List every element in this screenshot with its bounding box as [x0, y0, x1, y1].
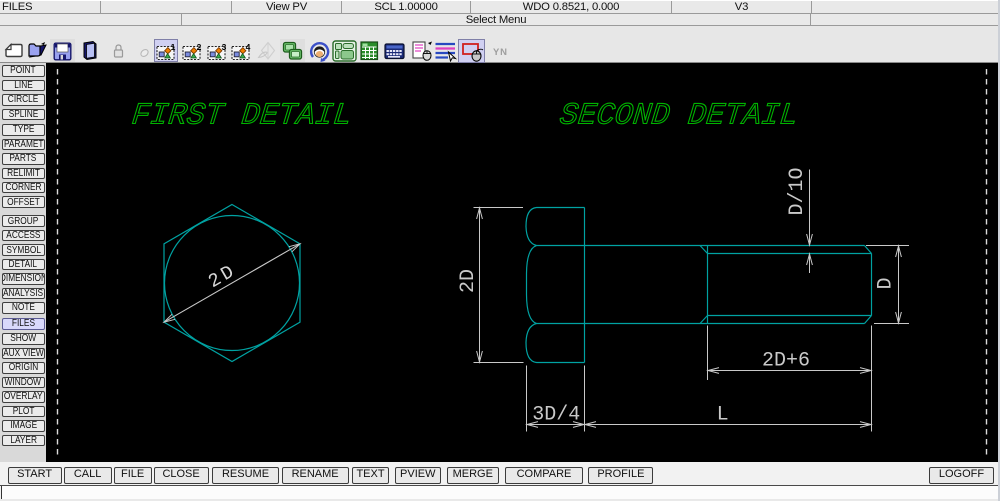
svg-text:2: 2 — [197, 43, 202, 52]
svg-text:3D/4: 3D/4 — [533, 404, 581, 427]
svg-text:D: D — [875, 277, 898, 289]
svg-text:L: L — [717, 404, 729, 427]
svg-text:SECOND DETAIL: SECOND DETAIL — [558, 100, 799, 134]
svg-text:4: 4 — [246, 43, 251, 52]
svg-text:3: 3 — [221, 43, 226, 52]
svg-text:D/1O: D/1O — [786, 167, 809, 215]
svg-text:2D+6: 2D+6 — [762, 350, 810, 373]
svg-text:1: 1 — [171, 43, 176, 52]
svg-text:2D: 2D — [457, 269, 480, 293]
svg-text:FIRST DETAIL: FIRST DETAIL — [130, 100, 353, 134]
